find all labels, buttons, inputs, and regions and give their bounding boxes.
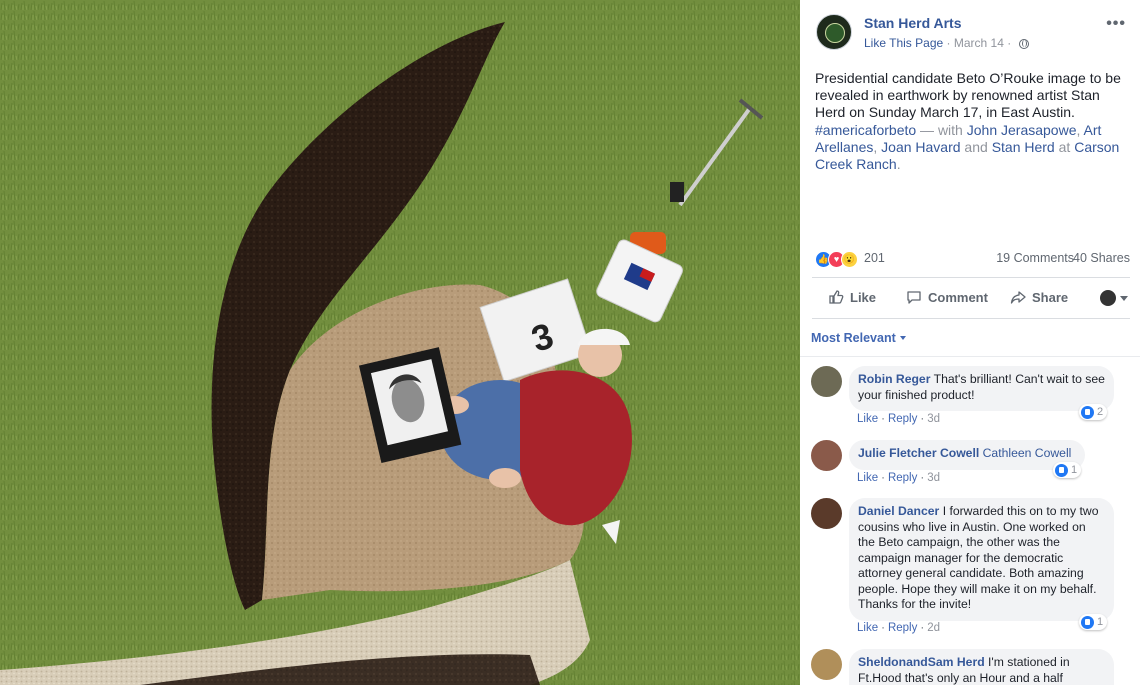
comment-bubble: Robin Reger That's brilliant! Can't wait… (849, 366, 1114, 411)
commenter-avatar[interactable] (811, 498, 842, 529)
like-reaction-icon (1055, 463, 1068, 477)
commenter-name[interactable]: Julie Fletcher Cowell (858, 446, 979, 460)
post-header: Stan Herd Arts Like This Page · March 14… (814, 12, 1130, 52)
tag-stan-herd[interactable]: Stan Herd (992, 139, 1055, 155)
like-reaction-icon (1081, 615, 1094, 629)
meta-separator-2: · (1007, 36, 1012, 50)
earthwork-photo-illustration: 3 (0, 0, 800, 685)
post-side-panel: Stan Herd Arts Like This Page · March 14… (800, 0, 1140, 685)
share-icon (1010, 291, 1026, 304)
period-text: . (896, 156, 901, 173)
comment-likes-count: 2 (1097, 406, 1104, 418)
and-text: and (960, 138, 992, 155)
like-button-label: Like (850, 289, 877, 305)
comment-actions: Like · Reply · 3d (857, 472, 940, 484)
post-as-avatar[interactable] (1100, 290, 1116, 306)
comment-like-link[interactable]: Like (857, 622, 878, 634)
hashtag-link[interactable]: #americaforbeto (815, 122, 916, 138)
comment-button[interactable]: Comment (906, 289, 988, 305)
more-options-icon[interactable]: ••• (1106, 15, 1126, 33)
comment-reply-link[interactable]: Reply (888, 472, 917, 484)
tagged-user-link[interactable]: Cathleen Cowell (983, 446, 1072, 460)
at-text: at (1054, 138, 1075, 155)
comment-sort-label: Most Relevant (811, 331, 896, 345)
chevron-down-icon[interactable] (1120, 296, 1128, 301)
divider (800, 356, 1140, 357)
comment-likes-count: 1 (1071, 464, 1078, 476)
commenter-avatar[interactable] (811, 649, 842, 680)
comment-sort-dropdown[interactable]: Most Relevant (811, 331, 906, 345)
post-photo[interactable]: 3 (0, 0, 800, 685)
commenter-avatar[interactable] (811, 366, 842, 397)
comment-icon (907, 291, 921, 304)
comment-actions: Like · Reply · 2d (857, 622, 940, 634)
like-reaction-icon (1081, 405, 1094, 419)
comment-like-link[interactable]: Like (857, 472, 878, 484)
commenter-avatar[interactable] (811, 440, 842, 471)
tag-joan-havard[interactable]: Joan Havard (881, 139, 960, 155)
comment-age[interactable]: 3d (927, 413, 940, 425)
comment-reply-link[interactable]: Reply (888, 622, 917, 634)
meta-separator: · (946, 36, 951, 50)
page-avatar[interactable] (816, 14, 852, 50)
comment-likes-count: 1 (1097, 616, 1104, 628)
comment-actions: Like · Reply · 3d (857, 413, 940, 425)
commenter-name[interactable]: Robin Reger (858, 372, 930, 386)
page-name-link[interactable]: Stan Herd Arts (864, 15, 962, 31)
post-meta: Like This Page · March 14 · (864, 36, 1029, 50)
post-date[interactable]: March 14 (954, 36, 1004, 50)
comment-age[interactable]: 3d (927, 472, 940, 484)
caret-down-icon (899, 336, 906, 340)
comment-age[interactable]: 2d (927, 622, 940, 634)
post-actions: Like Comment Share (812, 277, 1130, 319)
comment-bubble: Daniel Dancer I forwarded this on to my … (849, 498, 1114, 621)
post-text-intro: Presidential candidate Beto O’Rouke imag… (815, 70, 1121, 121)
reaction-count[interactable]: 201 (864, 251, 885, 265)
tag-john-jerasapowe[interactable]: John Jerasapowe (967, 122, 1077, 138)
globe-icon[interactable] (1018, 39, 1029, 49)
comment-like-link[interactable]: Like (857, 413, 878, 425)
comment-text: I forwarded this on to my two cousins wh… (858, 504, 1099, 611)
thumbs-up-icon (829, 290, 844, 304)
post-text: Presidential candidate Beto O’Rouke imag… (815, 70, 1125, 173)
comma-text: , (1076, 121, 1084, 138)
comment-button-label: Comment (928, 289, 988, 305)
like-page-link[interactable]: Like This Page (864, 36, 943, 50)
comment-likes-badge[interactable]: 2 (1079, 404, 1108, 420)
comment-bubble: Julie Fletcher Cowell Cathleen Cowell (849, 440, 1085, 470)
share-button[interactable]: Share (1010, 289, 1068, 305)
comment-bubble: SheldonandSam Herd I'm stationed in Ft.H… (849, 649, 1114, 685)
shares-count[interactable]: 40 Shares (1073, 251, 1130, 265)
comment-reply-link[interactable]: Reply (888, 413, 917, 425)
comments-count[interactable]: 19 Comments (996, 251, 1074, 265)
comment-likes-badge[interactable]: 1 (1053, 462, 1082, 478)
commenter-name[interactable]: Daniel Dancer (858, 504, 939, 518)
with-text: — with (916, 121, 967, 138)
comma-text-2: , (873, 138, 882, 155)
share-button-label: Share (1032, 289, 1069, 305)
wow-reaction-icon: 😮 (841, 251, 858, 268)
reactions-bar: 👍 ♥ 😮 201 19 Comments 40 Shares (815, 250, 1130, 268)
like-button[interactable]: Like (828, 289, 876, 305)
reaction-icons[interactable]: 👍 ♥ 😮 (815, 251, 861, 268)
comment-likes-badge[interactable]: 1 (1079, 614, 1108, 630)
commenter-name[interactable]: SheldonandSam Herd (858, 655, 985, 669)
